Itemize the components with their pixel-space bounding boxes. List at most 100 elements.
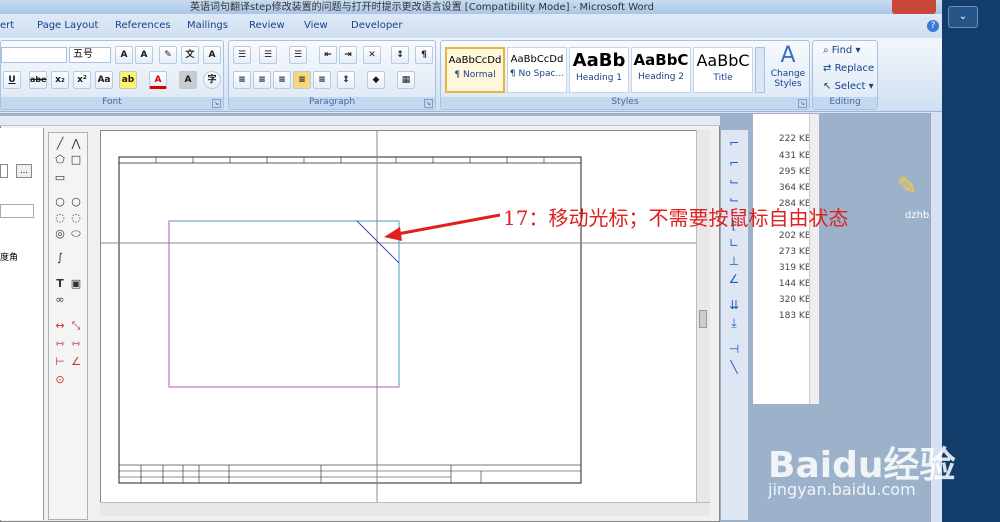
panel-dropdown[interactable] bbox=[0, 164, 8, 178]
multilevel-list-button[interactable]: ☰ bbox=[289, 46, 307, 64]
replace-button[interactable]: ⇄ Replace bbox=[823, 63, 874, 74]
line-tool-icon[interactable]: ╱ bbox=[53, 137, 67, 151]
strikethrough-button[interactable]: abe bbox=[29, 71, 47, 89]
highlight-button[interactable]: ab bbox=[119, 71, 137, 89]
angle-tool-icon[interactable]: ∠ bbox=[69, 355, 83, 369]
tab-page-layout[interactable]: Page Layout bbox=[37, 20, 98, 31]
sort-button[interactable]: ↕ bbox=[391, 46, 409, 64]
increase-indent-button[interactable]: ⇥ bbox=[339, 46, 357, 64]
arc2-tool-icon[interactable]: ◌ bbox=[69, 211, 83, 225]
font-dialog-launcher[interactable]: ↘ bbox=[212, 99, 221, 108]
numbering-button[interactable]: ☰ bbox=[259, 46, 277, 64]
find-button[interactable]: ⌕ Find ▾ bbox=[823, 45, 860, 56]
change-styles-button[interactable]: A Change Styles bbox=[767, 43, 809, 97]
file-size: 273 KB bbox=[778, 247, 811, 257]
paragraph-dialog-launcher[interactable]: ↘ bbox=[424, 99, 433, 108]
bullets-button[interactable]: ☰ bbox=[233, 46, 251, 64]
grow-font-button[interactable]: A bbox=[115, 46, 133, 64]
subscript-button[interactable]: x₂ bbox=[51, 71, 69, 89]
style-title[interactable]: AaBbC Title bbox=[693, 47, 753, 93]
phonetic-guide-button[interactable]: 文 bbox=[181, 46, 199, 64]
ribbon: 五号 A A ✎ 文 A U abe x₂ x² Aa ab A A 字 Fon… bbox=[0, 38, 942, 112]
dimension2-tool-icon[interactable]: ⤡ bbox=[69, 319, 83, 333]
snap12-tool-icon[interactable]: ╲ bbox=[727, 360, 741, 374]
change-case-button[interactable]: Aa bbox=[95, 71, 113, 89]
tab-mailings[interactable]: Mailings bbox=[187, 20, 228, 31]
circle2-tool-icon[interactable]: ○ bbox=[69, 195, 83, 209]
panel-input[interactable] bbox=[0, 204, 34, 218]
ellipse-tool-icon[interactable]: ⬭ bbox=[69, 227, 83, 241]
style-normal[interactable]: AaBbCcDd ¶ Normal bbox=[445, 47, 505, 93]
tab-references[interactable]: References bbox=[115, 20, 171, 31]
enclose-char-button[interactable]: 字 bbox=[203, 71, 221, 89]
shading-button[interactable]: ◆ bbox=[367, 71, 385, 89]
help-icon[interactable]: ? bbox=[927, 20, 939, 32]
chinese-layout-button[interactable]: ✕ bbox=[363, 46, 381, 64]
font-size-dropdown[interactable]: 五号 bbox=[69, 47, 111, 63]
panel-more-button[interactable]: ... bbox=[16, 164, 32, 178]
arc3-tool-icon[interactable]: ◎ bbox=[53, 227, 67, 241]
snap10-tool-icon[interactable]: ⤓ bbox=[727, 316, 741, 330]
polygon-tool-icon[interactable]: ⬠ bbox=[53, 153, 67, 167]
snap-tool-icon[interactable]: ⌐ bbox=[727, 136, 741, 150]
rectangle-tool-icon[interactable]: □ bbox=[69, 153, 83, 167]
radius-tool-icon[interactable]: ⊙ bbox=[53, 373, 67, 387]
arc-tool-icon[interactable]: ◌ bbox=[53, 211, 67, 225]
char-shading-button[interactable]: A bbox=[179, 71, 197, 89]
align-center-button[interactable]: ≡ bbox=[253, 71, 271, 89]
font-name-dropdown[interactable] bbox=[1, 47, 67, 63]
spline-tool-icon[interactable]: ∫ bbox=[53, 251, 67, 265]
dimension3-tool-icon[interactable]: ⇿ bbox=[53, 337, 67, 351]
canvas-vscroll-thumb[interactable] bbox=[699, 310, 707, 328]
styles-dialog-launcher[interactable]: ↘ bbox=[798, 99, 807, 108]
style-heading-1[interactable]: AaBb Heading 1 bbox=[569, 47, 629, 93]
text-tool-icon[interactable]: T bbox=[53, 277, 67, 291]
taskbar-button[interactable]: ⌄ bbox=[948, 6, 978, 28]
canvas-horizontal-scrollbar[interactable] bbox=[100, 502, 710, 516]
align-right-button[interactable]: ≡ bbox=[273, 71, 291, 89]
tab-review[interactable]: Review bbox=[249, 20, 285, 31]
desktop-icon[interactable]: ✎ dzhb bbox=[893, 170, 943, 230]
clear-format-button[interactable]: ✎ bbox=[159, 46, 177, 64]
tab-view[interactable]: View bbox=[304, 20, 328, 31]
dimension4-tool-icon[interactable]: ⇿ bbox=[69, 337, 83, 351]
panel-label: 度角 bbox=[0, 253, 19, 263]
cad-toolbar[interactable] bbox=[0, 116, 720, 126]
shrink-font-button[interactable]: A bbox=[135, 46, 153, 64]
distributed-button[interactable]: ≡ bbox=[313, 71, 331, 89]
style-heading-2[interactable]: AaBbC Heading 2 bbox=[631, 47, 691, 93]
snap2-tool-icon[interactable]: ⌐ bbox=[727, 156, 741, 170]
circle-tool-icon[interactable]: ○ bbox=[53, 195, 67, 209]
dimension-tool-icon[interactable]: ↔ bbox=[53, 319, 67, 333]
snap3-tool-icon[interactable]: ⌙ bbox=[727, 174, 741, 188]
borders-button[interactable]: ▦ bbox=[397, 71, 415, 89]
tab-insert[interactable]: ert bbox=[0, 20, 14, 31]
frame-tool-icon[interactable]: ▭ bbox=[53, 171, 67, 185]
decrease-indent-button[interactable]: ⇤ bbox=[319, 46, 337, 64]
explorer-scrollbar[interactable] bbox=[809, 114, 819, 404]
underline-button[interactable]: U bbox=[3, 71, 21, 89]
image-tool-icon[interactable]: ▣ bbox=[69, 277, 83, 291]
line-spacing-button[interactable]: ⇕ bbox=[337, 71, 355, 89]
select-button[interactable]: ↖ Select ▾ bbox=[823, 81, 874, 92]
align-left-button[interactable]: ≡ bbox=[233, 71, 251, 89]
show-marks-button[interactable]: ¶ bbox=[415, 46, 433, 64]
cad-canvas[interactable] bbox=[100, 130, 710, 512]
snap8-tool-icon[interactable]: ∠ bbox=[727, 272, 741, 286]
snap6-tool-icon[interactable]: ∟ bbox=[727, 236, 741, 250]
font-color-button[interactable]: A bbox=[149, 71, 167, 89]
superscript-button[interactable]: x² bbox=[73, 71, 91, 89]
canvas-vertical-scrollbar[interactable] bbox=[696, 130, 710, 502]
snap7-tool-icon[interactable]: ⊥ bbox=[727, 254, 741, 268]
snap11-tool-icon[interactable]: ⊣ bbox=[727, 342, 741, 356]
justify-button[interactable]: ≡ bbox=[293, 71, 311, 89]
tab-developer[interactable]: Developer bbox=[351, 20, 402, 31]
snap9-tool-icon[interactable]: ⇊ bbox=[727, 298, 741, 312]
style-no-spacing[interactable]: AaBbCcDd ¶ No Spac... bbox=[507, 47, 567, 93]
dimension5-tool-icon[interactable]: ⊢ bbox=[53, 355, 67, 369]
close-button[interactable] bbox=[892, 0, 936, 14]
link-tool-icon[interactable]: ∞ bbox=[53, 293, 67, 307]
styles-scroll[interactable] bbox=[755, 47, 765, 93]
char-border-button[interactable]: A bbox=[203, 46, 221, 64]
polyline-tool-icon[interactable]: ⋀ bbox=[69, 137, 83, 151]
